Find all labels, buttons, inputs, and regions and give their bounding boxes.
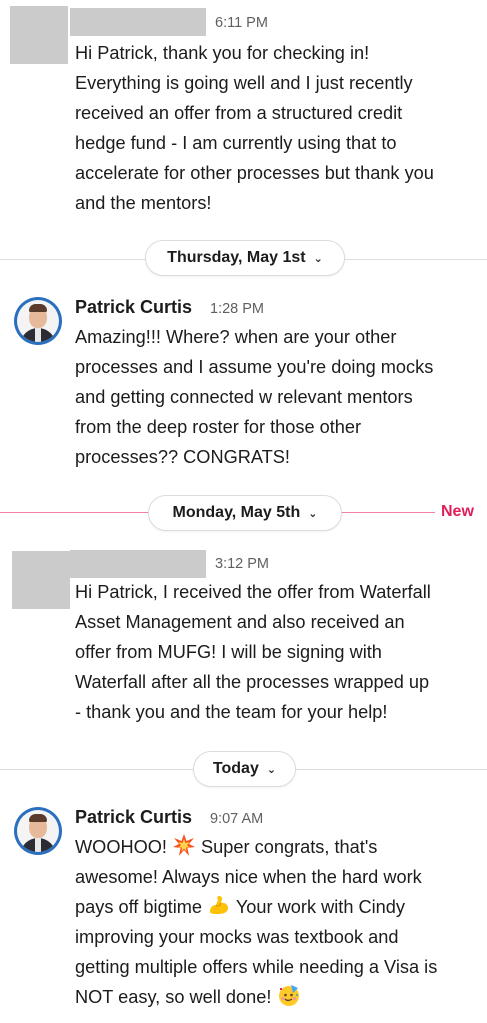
new-messages-label: New <box>441 503 474 520</box>
avatar[interactable] <box>14 807 62 855</box>
sender-name[interactable]: Patrick Curtis <box>75 297 192 318</box>
date-divider-label: Thursday, May 1st <box>167 249 306 266</box>
date-divider-label: Today <box>212 760 259 777</box>
date-divider-button[interactable]: Thursday, May 1st ⌄ <box>145 240 345 276</box>
message-text-part: WOOHOO! <box>75 837 172 857</box>
chevron-down-icon: ⌄ <box>313 252 323 265</box>
chevron-down-icon: ⌄ <box>308 507 318 520</box>
sender-name[interactable]: Patrick Curtis <box>75 807 192 828</box>
message-text: Amazing!!! Where? when are your other pr… <box>75 327 434 467</box>
message-text: Hi Patrick, thank you for checking in! E… <box>75 43 434 213</box>
message-timestamp[interactable]: 3:12 PM <box>215 556 269 572</box>
avatar-redacted <box>10 6 68 64</box>
collision-emoji <box>173 834 195 856</box>
chevron-down-icon: ⌄ <box>266 763 277 776</box>
message-timestamp[interactable]: 6:11 PM <box>215 15 268 31</box>
sender-name-redacted <box>70 8 206 36</box>
flexed-biceps-emoji <box>210 896 229 914</box>
message-text: WOOHOO! Super congrats, that's awesome! … <box>75 832 480 1012</box>
date-divider-label: Monday, May 5th <box>172 504 301 521</box>
message-timestamp[interactable]: 1:28 PM <box>210 301 264 317</box>
partying-face-emoji <box>278 985 299 1006</box>
date-divider-button[interactable]: Today ⌄ <box>193 751 296 787</box>
message-text: Hi Patrick, I received the offer from Wa… <box>75 582 431 722</box>
date-divider-button[interactable]: Monday, May 5th ⌄ <box>148 495 342 531</box>
avatar-redacted <box>12 551 70 609</box>
message-timestamp[interactable]: 9:07 AM <box>210 811 263 827</box>
avatar[interactable] <box>14 297 62 345</box>
sender-name-redacted <box>70 550 206 578</box>
